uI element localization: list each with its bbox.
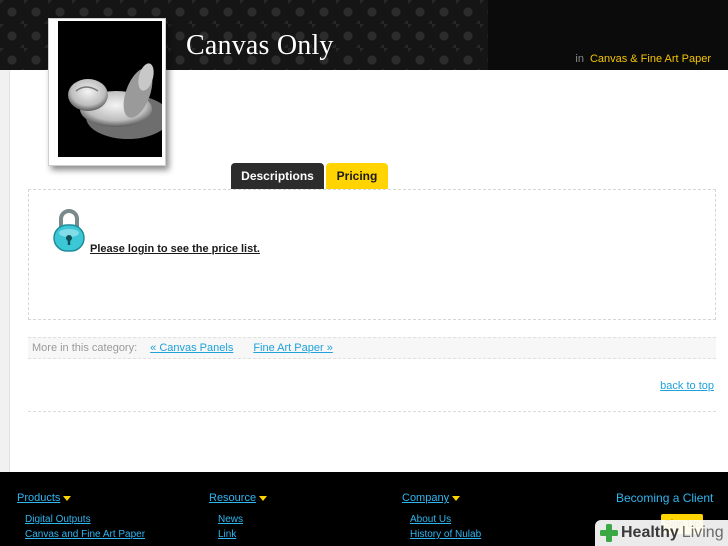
watermark-word-2: Living [681, 524, 724, 541]
padlock-icon [52, 207, 86, 253]
footer-link-canvas-fine-art[interactable]: Canvas and Fine Art Paper [25, 529, 145, 540]
baby-photo-illustration [58, 21, 162, 157]
category-navigation: More in this category: « Canvas Panels F… [28, 337, 716, 359]
footer-link-link[interactable]: Link [218, 529, 236, 540]
footer-link-history[interactable]: History of Nulab [410, 529, 481, 540]
divider [28, 411, 716, 412]
watermark-word-1: Healthy [621, 524, 679, 541]
footer-resource-menu[interactable]: Resource [209, 492, 268, 504]
footer-heading-label: Products [17, 492, 61, 504]
footer-products-menu[interactable]: Products [17, 492, 72, 504]
tab-pricing[interactable]: Pricing [326, 163, 388, 189]
footer-heading-label: Company [402, 492, 450, 504]
watermark: Healthy Living [595, 520, 728, 546]
breadcrumb-category-link[interactable]: Canvas & Fine Art Paper [590, 53, 711, 65]
next-category-link[interactable]: Fine Art Paper » [253, 342, 333, 354]
footer-column-company: Company [402, 492, 461, 504]
product-title: Canvas Only [186, 30, 334, 61]
footer-column-products: Products [17, 492, 72, 504]
product-photo [58, 21, 162, 157]
breadcrumb: in Canvas & Fine Art Paper [575, 53, 711, 65]
tab-descriptions[interactable]: Descriptions [231, 163, 324, 189]
footer-link-news[interactable]: News [218, 514, 243, 525]
footer-company-menu[interactable]: Company [402, 492, 461, 504]
caret-down-icon [259, 495, 268, 501]
back-to-top-link[interactable]: back to top [660, 380, 714, 392]
plus-icon [600, 524, 618, 542]
caret-down-icon [452, 495, 461, 501]
client-title: Becoming a Client [616, 491, 714, 505]
caret-down-icon [63, 495, 72, 501]
login-link[interactable]: Please login to see the price list. [90, 243, 260, 255]
footer-link-digital-outputs[interactable]: Digital Outputs [25, 514, 91, 525]
category-nav-label: More in this category: [32, 342, 138, 354]
footer-column-resource: Resource [209, 492, 268, 504]
prev-category-link[interactable]: « Canvas Panels [150, 342, 233, 354]
footer-heading-label: Resource [209, 492, 257, 504]
breadcrumb-prefix: in [575, 53, 584, 65]
footer-link-about-us[interactable]: About Us [410, 514, 451, 525]
left-rail [0, 70, 10, 472]
